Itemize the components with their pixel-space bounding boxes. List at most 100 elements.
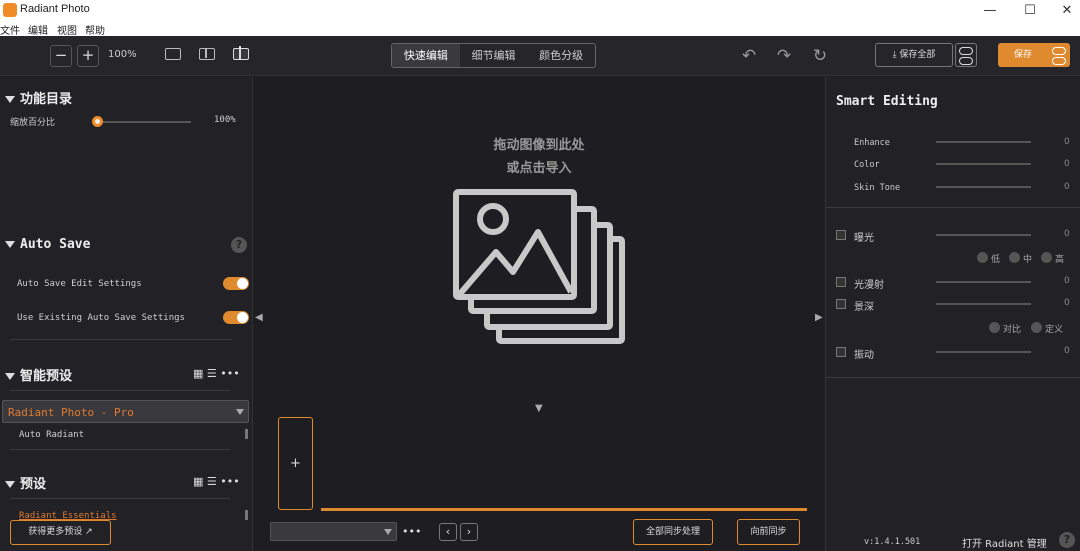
- enhance-slider[interactable]: [936, 141, 1031, 143]
- exposure-high-radio[interactable]: [1041, 252, 1052, 263]
- vibrance-checkbox[interactable]: [836, 347, 846, 357]
- menu-bar: 文件 编辑 视图 帮助: [0, 22, 1080, 37]
- depth-contrast-radio[interactable]: [989, 322, 1000, 333]
- menu-help[interactable]: 帮助: [85, 22, 105, 37]
- vibrance-label: 振动: [854, 350, 874, 361]
- save-button[interactable]: 保存: [998, 43, 1048, 67]
- zoom-out-button[interactable]: −: [50, 45, 72, 67]
- help-icon[interactable]: ?: [231, 237, 247, 253]
- left-panel: 功能目录 缩放百分比 100% Auto Save ? Auto Save Ed…: [0, 77, 253, 551]
- open-radiant-manager-link[interactable]: 打开 Radiant 管理: [962, 535, 1047, 550]
- light-diffusion-value: 0: [1064, 276, 1070, 286]
- depth-definition-radio[interactable]: [1031, 322, 1042, 333]
- depth-label: 景深: [854, 302, 874, 313]
- smart-presets-header[interactable]: 智能预设: [5, 365, 72, 384]
- save-options-icon[interactable]: [1048, 43, 1070, 67]
- exposure-value: 0: [1064, 229, 1070, 239]
- presets-header[interactable]: 预设: [5, 473, 46, 492]
- prev-image-button[interactable]: ‹: [439, 523, 457, 541]
- image-canvas[interactable]: 拖动图像到此处 或点击导入 ▼ ◀ ▶ + ••• ‹ › 全部同步处理 向前同…: [253, 77, 825, 551]
- tab-detail-edit[interactable]: 细节编辑: [460, 44, 528, 67]
- autosave-edit-toggle[interactable]: [223, 277, 249, 290]
- drop-hint-line1: 拖动图像到此处: [493, 138, 585, 153]
- maximize-icon[interactable]: ☐: [1020, 2, 1040, 20]
- zoom-percent-value: 100%: [214, 115, 236, 125]
- get-more-presets-button[interactable]: 获得更多预设 ↗: [10, 520, 111, 545]
- single-view-icon[interactable]: [165, 48, 181, 60]
- reset-icon[interactable]: ↻: [810, 46, 830, 66]
- menu-file[interactable]: 文件: [0, 22, 20, 37]
- depth-slider[interactable]: [936, 303, 1031, 305]
- preset-view-icons[interactable]: ▦ ☰ •••: [193, 475, 240, 488]
- zoom-percent-knob[interactable]: [92, 116, 103, 127]
- smart-editing-title: Smart Editing: [836, 94, 938, 109]
- exposure-low-radio[interactable]: [977, 252, 988, 263]
- zoom-percent-slider[interactable]: [98, 121, 191, 123]
- scrollbar[interactable]: [245, 510, 248, 520]
- undo-icon[interactable]: ↶: [739, 46, 759, 66]
- batch-sync-button[interactable]: 全部同步处理: [633, 519, 713, 545]
- collapse-arrow-icon[interactable]: [5, 481, 15, 488]
- sync-forward-button[interactable]: 向前同步: [737, 519, 800, 545]
- compare-view-icon[interactable]: [233, 46, 249, 60]
- divider: [10, 498, 230, 499]
- light-diffusion-checkbox[interactable]: [836, 277, 846, 287]
- preset-view-icons[interactable]: ▦ ☰ •••: [193, 367, 240, 380]
- next-image-button[interactable]: ›: [460, 523, 478, 541]
- tab-color-grading[interactable]: 颜色分级: [527, 44, 595, 67]
- edit-mode-tabs: 快速编辑 细节编辑 颜色分级: [391, 43, 596, 68]
- window-title: Radiant Photo: [20, 3, 90, 15]
- version-label: v:1.4.1.501: [864, 537, 921, 547]
- right-panel: Smart Editing Enhance 0 Color 0 Skin Ton…: [825, 77, 1080, 551]
- more-options-icon[interactable]: •••: [402, 525, 421, 538]
- catalog-header[interactable]: 功能目录: [5, 88, 72, 107]
- smart-preset-select[interactable]: Radiant Photo - Pro: [2, 400, 249, 423]
- chevron-down-icon: [236, 409, 244, 415]
- depth-definition-label: 定义: [1045, 325, 1064, 335]
- divider: [826, 377, 1080, 378]
- color-label: Color: [854, 160, 880, 170]
- autosave-header[interactable]: Auto Save: [5, 237, 90, 252]
- light-diffusion-label: 光漫射: [854, 280, 884, 291]
- collapse-arrow-icon[interactable]: [5, 96, 15, 103]
- save-all-options-icon[interactable]: [955, 43, 977, 67]
- app-logo-icon: [3, 3, 17, 17]
- autosave-existing-label: Use Existing Auto Save Settings: [17, 313, 185, 323]
- exposure-label: 曝光: [854, 233, 874, 244]
- vibrance-slider[interactable]: [936, 351, 1031, 353]
- add-image-button[interactable]: +: [278, 417, 313, 510]
- exposure-checkbox[interactable]: [836, 230, 846, 240]
- exposure-mid-radio[interactable]: [1009, 252, 1020, 263]
- light-diffusion-slider[interactable]: [936, 281, 1031, 283]
- close-icon[interactable]: ✕: [1057, 2, 1077, 20]
- color-slider[interactable]: [936, 163, 1031, 165]
- zoom-in-button[interactable]: +: [77, 45, 99, 67]
- collapse-filmstrip-icon[interactable]: ▼: [535, 403, 543, 414]
- help-icon[interactable]: ?: [1059, 532, 1075, 548]
- divider: [10, 449, 230, 450]
- image-import-icon[interactable]: [453, 187, 628, 347]
- exposure-slider[interactable]: [936, 234, 1031, 236]
- collapse-left-panel-icon[interactable]: ◀: [255, 312, 263, 323]
- minimize-icon[interactable]: —: [980, 2, 1000, 20]
- collapse-arrow-icon[interactable]: [5, 373, 15, 380]
- autosave-existing-toggle[interactable]: [223, 311, 249, 324]
- skin-tone-slider[interactable]: [936, 186, 1031, 188]
- filmstrip-select[interactable]: [270, 522, 397, 541]
- depth-value: 0: [1064, 298, 1070, 308]
- menu-edit[interactable]: 编辑: [28, 22, 48, 37]
- redo-icon[interactable]: ↷: [774, 46, 794, 66]
- vibrance-value: 0: [1064, 346, 1070, 356]
- tab-quick-edit[interactable]: 快速编辑: [392, 44, 460, 67]
- color-value: 0: [1064, 159, 1070, 169]
- scrollbar[interactable]: [245, 429, 248, 439]
- collapse-right-panel-icon[interactable]: ▶: [815, 312, 823, 323]
- depth-checkbox[interactable]: [836, 299, 846, 309]
- collapse-arrow-icon[interactable]: [5, 241, 15, 248]
- menu-view[interactable]: 视图: [57, 22, 77, 37]
- save-all-button[interactable]: ⤓ 保存全部: [875, 43, 953, 67]
- autosave-edit-label: Auto Save Edit Settings: [17, 279, 142, 289]
- auto-radiant-item[interactable]: Auto Radiant: [19, 430, 84, 440]
- toolbar: − + 100% 快速编辑 细节编辑 颜色分级 ↶ ↷ ↻ ⤓ 保存全部 保存: [0, 36, 1080, 76]
- split-view-icon[interactable]: [199, 48, 215, 60]
